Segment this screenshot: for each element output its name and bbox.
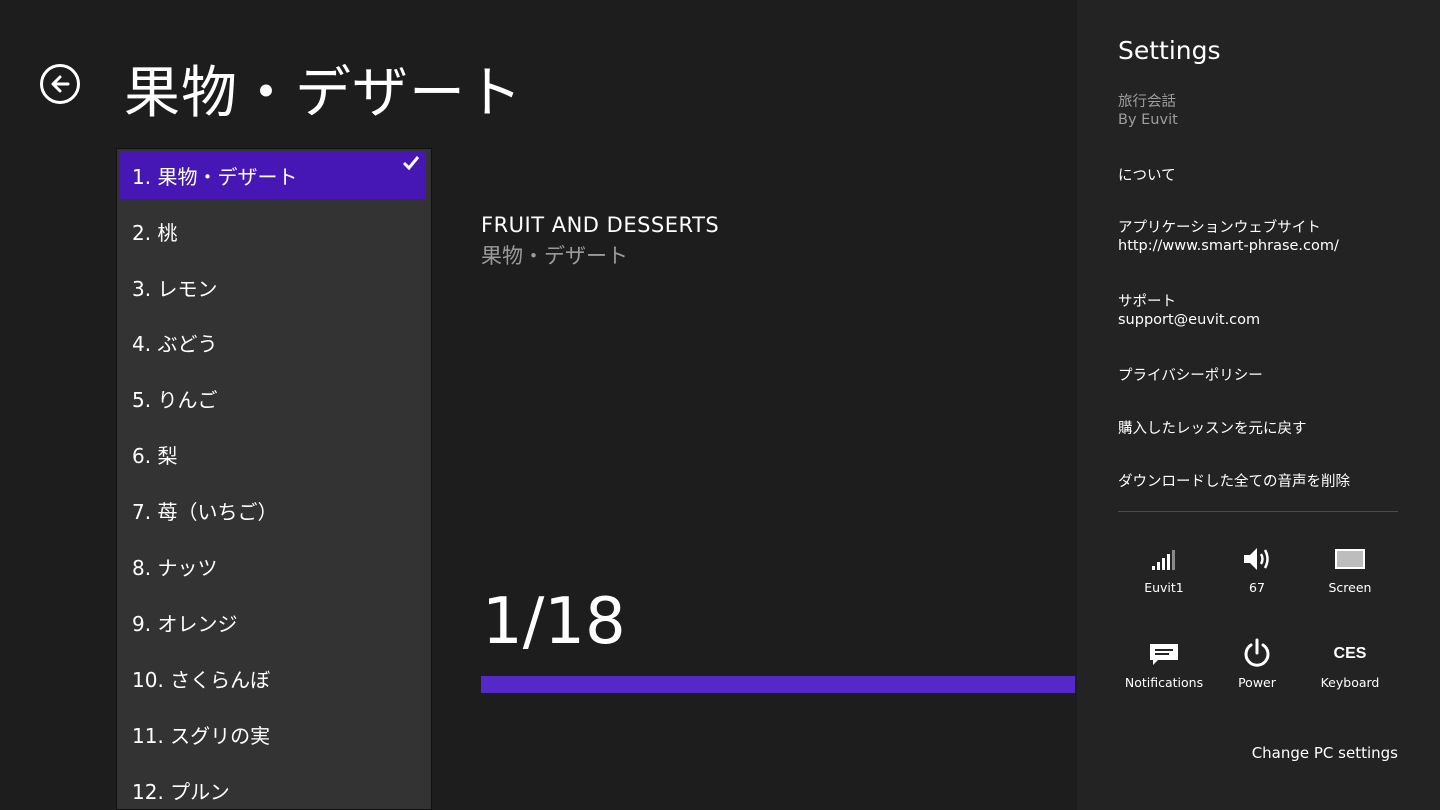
- list-item-4[interactable]: 4. ぶどう: [120, 318, 426, 366]
- notifications-icon: [1150, 644, 1178, 665]
- power-icon: [1244, 638, 1270, 667]
- about-link[interactable]: について: [1118, 164, 1176, 185]
- phrase-counter: 1/18: [482, 585, 626, 659]
- list-item-3[interactable]: 3. レモン: [120, 263, 426, 311]
- screen-tile[interactable]: Screen: [1304, 542, 1396, 612]
- keyboard-label: Keyboard: [1320, 675, 1380, 690]
- lesson-heading-en: FRUIT AND DESSERTS: [481, 213, 720, 237]
- notifications-tile[interactable]: Notifications: [1118, 637, 1210, 707]
- network-label: Euvit1: [1144, 580, 1184, 595]
- list-item-2[interactable]: 2. 桃: [120, 207, 426, 255]
- list-item-label: 2. 桃: [132, 220, 178, 245]
- list-item-1[interactable]: 1. 果物・デザート: [120, 151, 426, 199]
- lesson-list[interactable]: 1. 果物・デザート 2. 桃 3. レモン 4. ぶどう 5. りんご 6. …: [116, 148, 432, 810]
- progress-bar: [481, 676, 1075, 693]
- settings-title: Settings: [1118, 36, 1221, 65]
- change-pc-settings-link[interactable]: Change PC settings: [1252, 744, 1398, 762]
- page-title: 果物・デザート: [124, 61, 523, 126]
- power-tile[interactable]: Power: [1211, 637, 1303, 707]
- screen-label: Screen: [1328, 580, 1372, 595]
- publisher: By Euvit: [1118, 112, 1178, 128]
- notifications-label: Notifications: [1124, 675, 1204, 690]
- list-item-9[interactable]: 9. オレンジ: [120, 598, 426, 646]
- volume-tile[interactable]: 67: [1211, 542, 1303, 612]
- list-item-5[interactable]: 5. りんご: [120, 374, 426, 422]
- keyboard-icon: CES: [1333, 645, 1367, 662]
- list-item-label: 10. さくらんぼ: [132, 667, 271, 692]
- list-item-label: 6. 梨: [132, 443, 178, 468]
- support-link[interactable]: サポート: [1118, 290, 1176, 311]
- support-email: support@euvit.com: [1118, 312, 1261, 328]
- settings-divider: [1118, 511, 1398, 512]
- back-button[interactable]: [40, 64, 80, 104]
- delete-audio-link[interactable]: ダウンロードした全ての音声を削除: [1118, 470, 1350, 491]
- app-name: 旅行会話: [1118, 94, 1176, 110]
- keyboard-tile[interactable]: CES Keyboard: [1304, 637, 1396, 707]
- list-item-10[interactable]: 10. さくらんぼ: [120, 654, 426, 702]
- list-item-label: 3. レモン: [132, 276, 218, 301]
- list-item-label: 12. プルン: [132, 779, 230, 804]
- list-item-11[interactable]: 11. スグリの実: [120, 710, 426, 758]
- list-item-8[interactable]: 8. ナッツ: [120, 542, 426, 590]
- lesson-heading-jp: 果物・デザート: [481, 244, 628, 268]
- list-item-label: 5. りんご: [132, 387, 218, 412]
- list-item-label: 7. 苺（いちご）: [132, 499, 278, 524]
- network-signal-icon: [1152, 550, 1175, 570]
- screen-icon: [1335, 549, 1365, 569]
- volume-label: 67: [1249, 580, 1265, 595]
- network-tile[interactable]: Euvit1: [1118, 542, 1210, 612]
- list-item-label: 8. ナッツ: [132, 555, 218, 580]
- website-link[interactable]: アプリケーションウェブサイト: [1118, 216, 1321, 237]
- restore-purchases-link[interactable]: 購入したレッスンを元に戻す: [1118, 417, 1307, 438]
- list-item-7[interactable]: 7. 苺（いちご）: [120, 486, 426, 534]
- power-label: Power: [1238, 675, 1276, 690]
- back-arrow-icon: [51, 75, 70, 93]
- website-url: http://www.smart-phrase.com/: [1118, 238, 1339, 254]
- list-item-label: 9. オレンジ: [132, 611, 238, 636]
- list-item-label: 11. スグリの実: [132, 723, 271, 748]
- settings-pane: Settings 旅行会話 By Euvit について アプリケーションウェブサ…: [1077, 0, 1440, 810]
- privacy-link[interactable]: プライバシーポリシー: [1118, 364, 1263, 385]
- progress-fill: [481, 676, 1075, 693]
- volume-icon: [1244, 548, 1269, 570]
- list-item-6[interactable]: 6. 梨: [120, 430, 426, 478]
- list-item-12[interactable]: 12. プルン: [120, 766, 426, 809]
- checkmark-icon: [402, 156, 420, 171]
- list-item-label: 1. 果物・デザート: [132, 164, 298, 189]
- list-item-label: 4. ぶどう: [132, 331, 218, 356]
